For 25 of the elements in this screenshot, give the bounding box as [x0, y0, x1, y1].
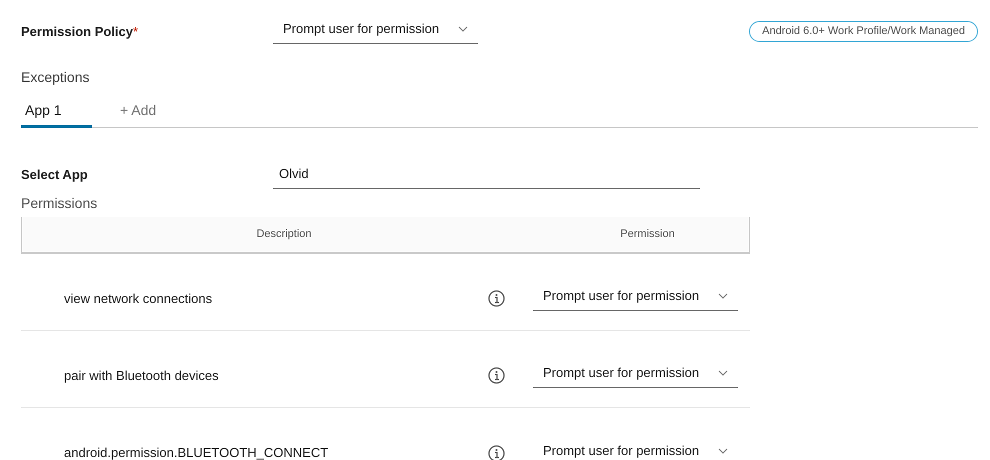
required-mark: * [133, 22, 140, 41]
section-title: Exceptions [21, 68, 90, 87]
section-title: Permissions [21, 194, 98, 212]
permission-description: android.permission.BLUETOOTH_CONNECT [64, 444, 330, 460]
info-icon[interactable] [488, 444, 505, 460]
permission-select[interactable]: Prompt user for permission [533, 440, 738, 460]
app-input-field[interactable]: Olvid [273, 164, 700, 188]
field-label: Select App [21, 166, 89, 184]
permission-description: pair with Bluetooth devices [64, 366, 220, 385]
info-icon[interactable] [488, 367, 505, 384]
column-header: Description [255, 226, 313, 242]
chevron-down-icon [458, 26, 468, 32]
permission-select[interactable]: Prompt user for permission [533, 286, 738, 311]
field-label: Permission Policy [21, 22, 133, 41]
chevron-down-icon [718, 293, 728, 299]
chevron-down-icon [718, 448, 728, 454]
permission-select[interactable]: Prompt user for permission [273, 19, 478, 44]
tab[interactable]: App 1 [21, 100, 92, 128]
tab[interactable]: + Add [92, 100, 182, 128]
info-icon[interactable] [488, 290, 505, 307]
chevron-down-icon [718, 370, 728, 376]
permission-select[interactable]: Prompt user for permission [533, 363, 738, 388]
permission-description: view network connections [64, 290, 214, 308]
platform-tag: Android 6.0+ Work Profile/Work Managed [749, 21, 978, 42]
column-header: Permission [619, 226, 676, 242]
